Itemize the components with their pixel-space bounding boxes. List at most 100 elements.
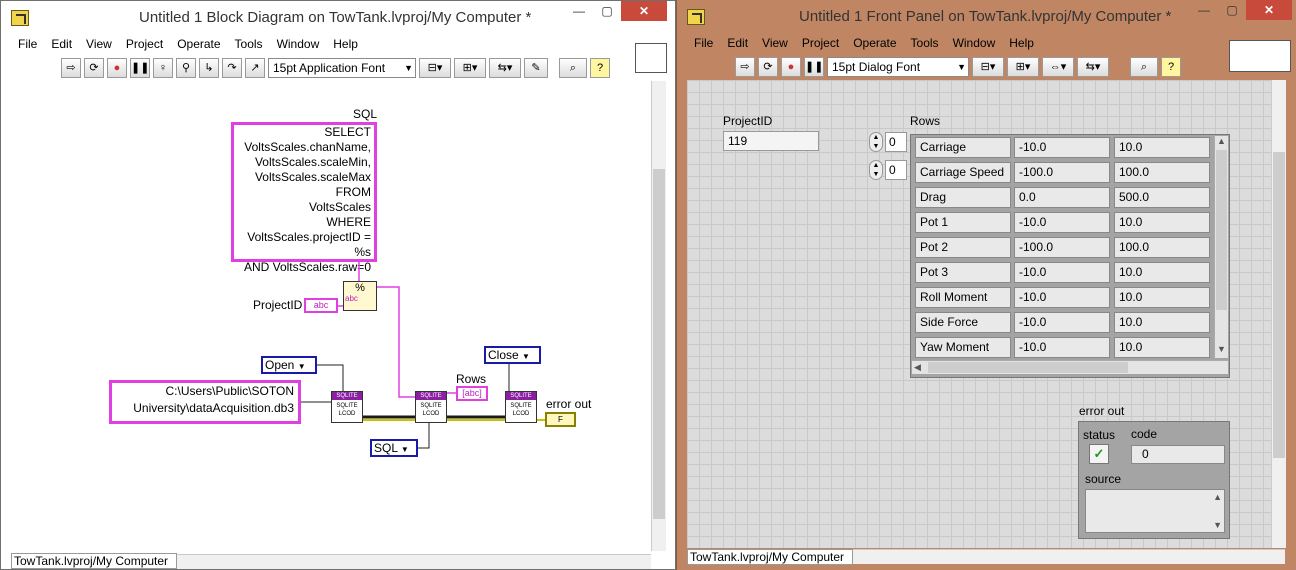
sqlite-open-subvi[interactable]: SQLITE SQLITE LCOD	[331, 391, 363, 423]
fp-vertical-scrollbar[interactable]	[1271, 80, 1286, 548]
table-cell[interactable]: -10.0	[1014, 287, 1110, 308]
projectid-control[interactable]: 119	[723, 131, 819, 151]
maximize-icon[interactable]: ▢	[1218, 0, 1246, 20]
reorder-icon[interactable]: ⇆▾	[1077, 57, 1109, 77]
open-enum-constant[interactable]: Open ▼	[261, 356, 317, 374]
pause-icon[interactable]: ❚❚	[804, 57, 824, 77]
source-label: source	[1085, 472, 1122, 486]
menu-help[interactable]: Help	[1002, 34, 1041, 54]
run-arrow-icon[interactable]: ⇨	[735, 57, 755, 77]
run-continuously-icon[interactable]: ⟳	[758, 57, 778, 77]
chevron-up-icon[interactable]: ▲	[1217, 136, 1226, 146]
table-cell[interactable]: 10.0	[1114, 337, 1210, 358]
distribute-objects-icon[interactable]: ⊞▾	[1007, 57, 1039, 77]
align-objects-icon[interactable]: ⊟▾	[972, 57, 1004, 77]
abort-icon[interactable]: ●	[781, 57, 801, 77]
fp-status-project: TowTank.lvproj/My Computer	[687, 549, 853, 565]
format-node-glyph: %	[355, 282, 365, 294]
chevron-left-icon[interactable]: ◀	[914, 362, 921, 373]
projectid-terminal[interactable]: abc	[304, 298, 338, 313]
table-cell[interactable]: 10.0	[1114, 262, 1210, 283]
fp-vscroll-thumb[interactable]	[1273, 152, 1285, 458]
table-cell[interactable]: 0.0	[1014, 187, 1110, 208]
table-cell[interactable]: 10.0	[1114, 312, 1210, 333]
row-index-value[interactable]: 0	[885, 132, 907, 152]
chevron-down-icon[interactable]: ▼	[1217, 344, 1226, 354]
fp-horizontal-scrollbar[interactable]	[853, 549, 1285, 564]
database-path-constant[interactable]: C:\Users\Public\SOTON University\dataAcq…	[109, 380, 301, 424]
rows-hscroll-thumb[interactable]	[928, 362, 1128, 373]
menu-operate[interactable]: Operate	[846, 34, 903, 54]
error-out-terminal[interactable]: F	[545, 412, 576, 427]
table-cell[interactable]: Drag	[915, 187, 1011, 208]
table-cell[interactable]: Pot 1	[915, 212, 1011, 233]
table-cell[interactable]: Carriage Speed	[915, 162, 1011, 183]
fp-window-buttons: — ▢ ✕	[1190, 0, 1292, 20]
column-index-control[interactable]: ▲ ▼ 0	[869, 160, 907, 180]
table-cell[interactable]: Side Force	[915, 312, 1011, 333]
table-cell[interactable]: Yaw Moment	[915, 337, 1011, 358]
search-icon[interactable]: ⌕	[1130, 57, 1158, 77]
menu-view[interactable]: View	[755, 34, 795, 54]
fp-titlebar[interactable]: Untitled 1 Front Panel on TowTank.lvproj…	[677, 0, 1296, 33]
increment-decrement-icon[interactable]: ▲ ▼	[869, 132, 883, 152]
close-icon[interactable]: ✕	[1246, 0, 1292, 20]
table-cell[interactable]: -10.0	[1014, 337, 1110, 358]
context-help-icon[interactable]: ?	[1161, 57, 1181, 77]
subvi-text: SQLITE	[510, 403, 532, 409]
chevron-down-icon[interactable]: ▼	[1213, 520, 1222, 530]
table-cell[interactable]: -100.0	[1014, 162, 1110, 183]
table-cell[interactable]: 500.0	[1114, 187, 1210, 208]
menu-file[interactable]: File	[687, 34, 720, 54]
subvi-banner: SQLITE	[506, 392, 536, 400]
column-index-value[interactable]: 0	[885, 160, 907, 180]
menu-window[interactable]: Window	[946, 34, 1003, 54]
row-index-control[interactable]: ▲ ▼ 0	[869, 132, 907, 152]
chevron-down-icon: ▼	[400, 445, 409, 454]
table-cell[interactable]: Roll Moment	[915, 287, 1011, 308]
rows-vscroll-thumb[interactable]	[1216, 150, 1227, 310]
source-text: ▲ ▼	[1085, 489, 1225, 533]
chevron-down-icon: ▼	[957, 62, 966, 72]
status-check-icon: ✓	[1089, 444, 1109, 464]
table-cell[interactable]: 100.0	[1114, 237, 1210, 258]
error-out-cluster: status ✓ code 0 source ▲ ▼	[1078, 421, 1230, 539]
menu-project[interactable]: Project	[795, 34, 846, 54]
table-cell[interactable]: -10.0	[1014, 262, 1110, 283]
minimize-icon[interactable]: —	[1190, 0, 1218, 20]
fp-menubar: File Edit View Project Operate Tools Win…	[687, 34, 1041, 54]
table-cell[interactable]: 100.0	[1114, 162, 1210, 183]
table-cell[interactable]: 10.0	[1114, 137, 1210, 158]
menu-tools[interactable]: Tools	[904, 34, 946, 54]
connector-pane-icon[interactable]	[1229, 40, 1291, 72]
status-label: status	[1083, 428, 1116, 442]
code-label: code	[1131, 427, 1158, 441]
table-cell[interactable]: -10.0	[1014, 137, 1110, 158]
subvi-text: SQLITE	[420, 403, 442, 409]
menu-edit[interactable]: Edit	[720, 34, 755, 54]
table-cell[interactable]: Carriage	[915, 137, 1011, 158]
open-enum-value: Open	[265, 358, 295, 372]
resize-objects-icon[interactable]: ⇔▾	[1042, 57, 1074, 77]
fp-toolbar: ⇨ ⟳ ● ❚❚ 15pt Dialog Font ▼ ⊟▾ ⊞▾ ⇔▾ ⇆▾ ⌕…	[735, 55, 1181, 79]
table-cell[interactable]: Pot 2	[915, 237, 1011, 258]
sqlite-query-subvi[interactable]: SQLITE SQLITE LCOD	[415, 391, 447, 423]
table-cell[interactable]: 10.0	[1114, 287, 1210, 308]
rows-indicator-terminal[interactable]: [abc]	[456, 386, 488, 401]
format-into-string-node[interactable]: % abc	[343, 281, 377, 311]
subvi-banner: SQLITE	[332, 392, 362, 400]
format-node-input: abc	[345, 294, 358, 303]
fp-font-select[interactable]: 15pt Dialog Font ▼	[827, 57, 969, 77]
sqlite-close-subvi[interactable]: SQLITE SQLITE LCOD	[505, 391, 537, 423]
rows-vertical-scrollbar[interactable]: ▲ ▼	[1214, 136, 1228, 358]
sql-enum-constant[interactable]: SQL ▼	[370, 439, 418, 457]
chevron-up-icon[interactable]: ▲	[1213, 492, 1222, 502]
table-cell[interactable]: -100.0	[1014, 237, 1110, 258]
increment-decrement-icon[interactable]: ▲ ▼	[869, 160, 883, 180]
rows-horizontal-scrollbar[interactable]: ◀	[912, 360, 1228, 374]
table-cell[interactable]: -10.0	[1014, 312, 1110, 333]
table-cell[interactable]: 10.0	[1114, 212, 1210, 233]
close-enum-constant[interactable]: Close ▼	[484, 346, 541, 364]
table-cell[interactable]: -10.0	[1014, 212, 1110, 233]
table-cell[interactable]: Pot 3	[915, 262, 1011, 283]
